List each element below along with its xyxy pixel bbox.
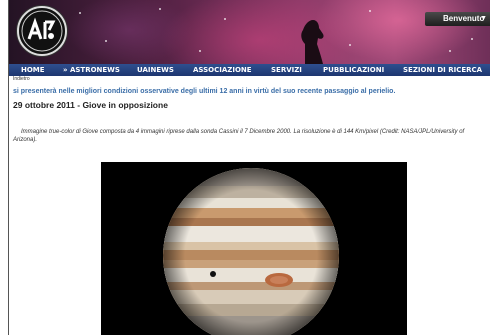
article-intro: si presenterà nelle migliori condizioni … (13, 88, 396, 95)
uai-logo[interactable] (17, 6, 67, 56)
welcome-label: Benvenuto (443, 14, 485, 23)
nav-item-sezioni-di-ricerca[interactable]: SEZIONI DI RICERCA (403, 65, 482, 75)
nav-item-home[interactable]: HOME (21, 65, 45, 75)
image-caption: Immagine true-color di Giove composta da… (13, 129, 465, 143)
page-container: Benvenuto ▼ HOME » ASTRONEWS UAINEWS ASS… (8, 0, 490, 335)
welcome-menu-button[interactable]: Benvenuto ▼ (425, 12, 490, 26)
back-link[interactable]: Indietro (13, 76, 30, 82)
chevron-down-icon: ▼ (480, 15, 487, 22)
nav-item-pubblicazioni[interactable]: PUBBLICAZIONI (323, 65, 384, 75)
nav-item-servizi[interactable]: SERVIZI (271, 65, 302, 75)
horsehead-nebula-image (301, 20, 324, 64)
jupiter-image (101, 162, 407, 335)
chevron-right-icon: » (63, 66, 68, 74)
header-banner: Benvenuto ▼ (9, 0, 490, 64)
nav-item-astronews[interactable]: » ASTRONEWS (63, 65, 120, 75)
nav-item-associazione[interactable]: ASSOCIAZIONE (193, 65, 252, 75)
article-title: 29 ottobre 2011 - Giove in opposizione (13, 100, 168, 110)
main-navigation: HOME » ASTRONEWS UAINEWS ASSOCIAZIONE SE… (9, 64, 490, 76)
nav-item-uainews[interactable]: UAINEWS (137, 65, 174, 75)
